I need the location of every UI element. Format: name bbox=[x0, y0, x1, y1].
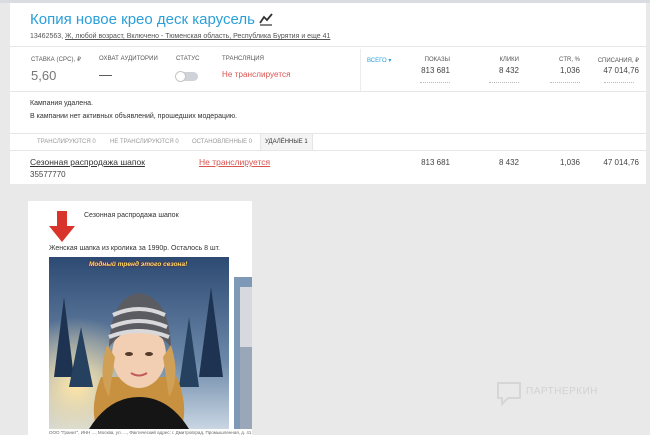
reach-label: ОХВАТ АУДИТОРИИ bbox=[99, 56, 158, 62]
page-title[interactable]: Копия новое крео деск карусель bbox=[30, 11, 255, 28]
ctr-value: 1,036 bbox=[559, 66, 580, 75]
ad-id: 35577770 bbox=[30, 170, 66, 179]
arrow-down-icon bbox=[49, 211, 75, 242]
status-toggle[interactable] bbox=[175, 71, 198, 82]
ad-spend: 47 014,76 bbox=[603, 158, 639, 167]
clicks-label: КЛИКИ bbox=[499, 57, 519, 63]
ad-preview-text: Женская шапка из кролика за 1990р. Остал… bbox=[49, 245, 220, 252]
ad-preview-image: Модный тренд этого сезона! bbox=[49, 257, 229, 429]
ad-name-link[interactable]: Сезонная распродажа шапок bbox=[30, 157, 145, 167]
campaign-id: 13462563, bbox=[30, 33, 64, 40]
campaign-panel: Копия новое крео деск карусель 13462563,… bbox=[10, 3, 646, 184]
spend-sparkline bbox=[604, 82, 634, 83]
ad-image-caption: Модный тренд этого сезона! bbox=[89, 261, 188, 268]
ad-preview-card[interactable]: Сезонная распродажа шапок Женская шапка … bbox=[28, 201, 252, 435]
bid-label: СТАВКА (CPC), ₽ bbox=[31, 57, 82, 63]
clicks-sparkline bbox=[489, 82, 519, 83]
impressions-sparkline bbox=[420, 82, 450, 83]
toggle-knob bbox=[175, 71, 186, 82]
broadcast-label: ТРАНСЛЯЦИЯ bbox=[222, 56, 265, 62]
no-active-ads-notice: В кампании нет активных объявлений, прош… bbox=[30, 113, 238, 120]
stats-divider bbox=[360, 49, 361, 91]
tab-not-broadcasting[interactable]: НЕ ТРАНСЛИРУЮТСЯ 0 bbox=[106, 134, 183, 150]
stats-bar: СТАВКА (CPC), ₽ 5,60 ОХВАТ АУДИТОРИИ — С… bbox=[10, 46, 646, 92]
ad-preview-title: Сезонная распродажа шапок bbox=[84, 212, 179, 219]
reach-value: — bbox=[99, 67, 112, 82]
chat-bubble-icon bbox=[497, 382, 521, 406]
ad-impressions: 813 681 bbox=[421, 158, 450, 167]
ad-legal-footer: ООО "Гранит", ИНН ..., Москва, ул. ..., … bbox=[49, 430, 251, 435]
partnerkin-watermark: ПАРТНЕРКИН bbox=[496, 380, 636, 408]
ad-preview-image-second bbox=[234, 277, 252, 429]
campaign-deleted-notice: Кампания удалена. bbox=[30, 100, 93, 107]
tab-stopped[interactable]: ОСТАНОВЛЕННЫЕ 0 bbox=[188, 134, 256, 150]
ctr-label: CTR, % bbox=[559, 57, 580, 63]
ctr-sparkline bbox=[550, 82, 580, 83]
tab-deleted[interactable]: УДАЛЁННЫЕ 1 bbox=[260, 134, 313, 150]
all-period-dropdown[interactable]: ВСЕГО ▾ bbox=[367, 57, 391, 64]
watermark-text: ПАРТНЕРКИН bbox=[526, 386, 598, 397]
impressions-label: ПОКАЗЫ bbox=[424, 57, 450, 63]
spend-value: 47 014,76 bbox=[603, 66, 639, 75]
broadcast-status: Не транслируется bbox=[222, 70, 291, 79]
ad-clicks: 8 432 bbox=[498, 158, 519, 167]
ad-status[interactable]: Не транслируется bbox=[199, 157, 270, 167]
targeting-link[interactable]: Ж, любой возраст, Включено - Тюменская о… bbox=[65, 33, 330, 40]
ad-ctr: 1,036 bbox=[559, 158, 580, 167]
ad-legal-text: ООО "Гранит", ИНН ..., Москва, ул. ..., … bbox=[49, 430, 252, 435]
bid-value[interactable]: 5,60 bbox=[31, 68, 56, 83]
clicks-value: 8 432 bbox=[498, 66, 519, 75]
campaign-subtitle: 13462563, Ж, любой возраст, Включено - Т… bbox=[30, 33, 330, 40]
status-label: СТАТУС bbox=[176, 56, 200, 62]
carousel-next-photo bbox=[234, 277, 252, 429]
spend-label: СПИСАНИЯ, ₽ bbox=[597, 58, 639, 64]
tab-broadcasting[interactable]: ТРАНСЛИРУЮТСЯ 0 bbox=[33, 134, 100, 150]
winter-hat-photo bbox=[49, 257, 229, 429]
chart-line-icon[interactable] bbox=[259, 12, 273, 26]
impressions-value: 813 681 bbox=[421, 66, 450, 75]
ads-status-tabs: ТРАНСЛИРУЮТСЯ 0 НЕ ТРАНСЛИРУЮТСЯ 0 ОСТАН… bbox=[10, 133, 646, 151]
